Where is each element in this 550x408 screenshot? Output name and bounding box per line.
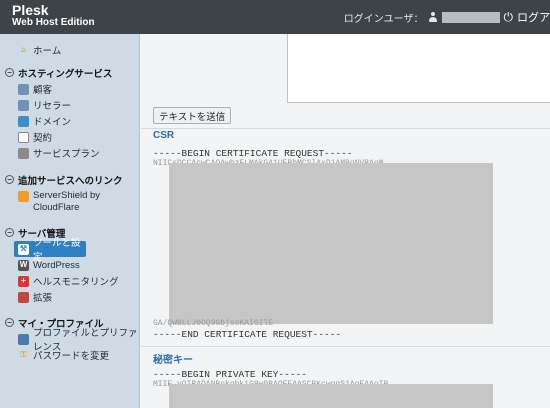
sidebar-item-label: 顧客 — [33, 85, 53, 96]
text-input-area[interactable] — [287, 34, 550, 103]
key-icon: ⚿ — [20, 350, 27, 359]
sidebar-item-extensions[interactable]: 拡張 — [0, 289, 139, 305]
private-key-title: 秘密キー — [153, 355, 193, 366]
home-icon: ⌂ — [21, 45, 26, 54]
csr-title: CSR — [153, 130, 175, 141]
sidebar-item-label: ドメイン — [33, 117, 72, 128]
tools-icon: ⚒ — [18, 243, 29, 255]
brand-edition: Web Host Edition — [12, 16, 95, 28]
sidebar-item-customers[interactable]: 顧客 — [0, 81, 139, 97]
divider — [141, 346, 550, 347]
sidebar: ⌂ ホーム − ホスティングサービス 顧客 リセラー ドメイン 契約 サービスプ… — [0, 34, 140, 408]
profile-icon — [18, 333, 29, 345]
sidebar-item-label: 契約 — [33, 133, 53, 144]
sidebar-item-servershield[interactable]: ServerShield by CloudFlare — [0, 188, 139, 216]
collapse-icon[interactable]: − — [5, 68, 14, 77]
main-content: テキストを送信 CSR -----BEGIN CERTIFICATE REQUE… — [141, 34, 550, 408]
csr-body-fragment: GA/QWBLLJ0OQ9GbjsoKAIGIlE — [153, 319, 274, 327]
cloudflare-icon — [18, 191, 29, 202]
section-hosting[interactable]: − ホスティングサービス — [0, 64, 139, 81]
wordpress-icon: W — [18, 259, 29, 271]
redacted-private-key-content — [169, 384, 493, 408]
collapse-icon[interactable]: − — [5, 175, 14, 184]
reseller-icon — [18, 99, 29, 111]
redacted-csr-content — [169, 163, 493, 324]
csr-end-line: -----END CERTIFICATE REQUEST----- — [153, 329, 342, 340]
sidebar-item-domains[interactable]: ドメイン — [0, 113, 139, 129]
sidebar-item-label: ヘルスモニタリング — [33, 277, 119, 288]
sidebar-item-label: ホーム — [33, 46, 62, 57]
login-user-label: ログインユーザ： — [343, 13, 424, 25]
sidebar-item-label: WordPress — [33, 259, 80, 271]
section-title: 追加サービスへのリンク — [18, 175, 123, 187]
service-plan-icon — [18, 147, 29, 159]
subscription-icon — [18, 131, 29, 143]
sidebar-item-label: ServerShield by CloudFlare — [33, 190, 101, 213]
collapse-icon[interactable]: − — [5, 228, 14, 237]
send-text-button[interactable]: テキストを送信 — [153, 107, 232, 124]
sidebar-item-health-monitoring[interactable]: + ヘルスモニタリング — [0, 273, 139, 289]
collapse-icon[interactable]: − — [5, 318, 14, 327]
sidebar-item-resellers[interactable]: リセラー — [0, 97, 139, 113]
sidebar-item-tools-settings[interactable]: ⚒ ツールと設定 — [14, 238, 86, 263]
sidebar-item-label: サービスプラン — [33, 149, 100, 160]
private-key-begin-line: -----BEGIN PRIVATE KEY----- — [153, 369, 307, 380]
sidebar-item-subscriptions[interactable]: 契約 — [0, 129, 139, 145]
globe-icon — [18, 115, 29, 127]
section-title: ホスティングサービス — [18, 68, 113, 80]
divider — [141, 128, 550, 129]
sidebar-item-service-plans[interactable]: サービスプラン — [0, 145, 139, 161]
user-icon — [428, 11, 438, 23]
sidebar-item-wordpress[interactable]: W WordPress — [0, 257, 139, 273]
health-monitoring-icon: + — [18, 275, 29, 287]
user-area: ログインユーザ： ⏻ ログア — [344, 9, 550, 25]
power-icon[interactable]: ⏻ — [504, 11, 514, 23]
extensions-icon — [18, 291, 29, 303]
csr-begin-line: -----BEGIN CERTIFICATE REQUEST----- — [153, 148, 353, 159]
brand-name: Plesk — [12, 2, 49, 18]
sidebar-item-label: パスワードを変更 — [33, 351, 110, 362]
redacted-username — [441, 11, 500, 23]
sidebar-item-home[interactable]: ⌂ ホーム — [0, 42, 139, 58]
section-links[interactable]: − 追加サービスへのリンク — [0, 171, 139, 188]
sidebar-item-profile-preferences[interactable]: プロファイルとプリファレンス — [0, 328, 139, 353]
logout-link[interactable]: ログア — [517, 9, 550, 25]
top-header: Plesk Web Host Edition ログインユーザ： ⏻ ログア — [0, 0, 550, 34]
brand-logo[interactable]: Plesk Web Host Edition — [12, 3, 95, 28]
sidebar-item-label: リセラー — [33, 101, 72, 112]
customer-icon — [18, 83, 29, 95]
sidebar-item-label: 拡張 — [33, 293, 53, 304]
